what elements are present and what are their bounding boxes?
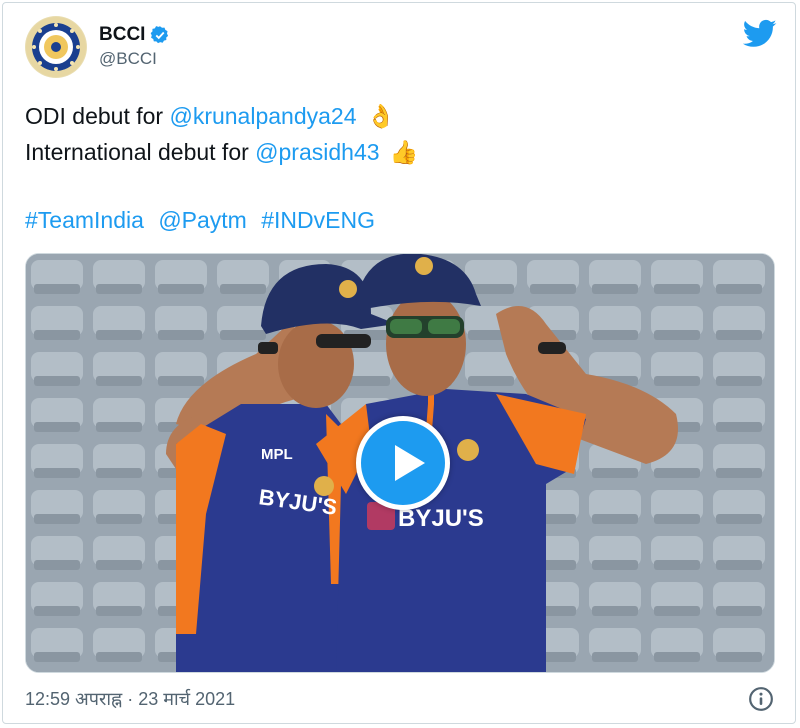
tweet-line-1-prefix: ODI debut for — [25, 103, 170, 129]
jersey-text-left: MPL — [261, 446, 293, 463]
author-block[interactable]: BCCI @BCCI — [99, 24, 170, 69]
play-button[interactable] — [356, 416, 450, 510]
author-name[interactable]: BCCI — [99, 24, 145, 46]
tweet-text: ODI debut for @krunalpandya24 👌 Internat… — [25, 98, 418, 170]
tweet-line-2: International debut for @prasidh43 👍 — [25, 134, 418, 170]
ok-hand-emoji-icon: 👌 — [366, 103, 396, 129]
video-thumbnail[interactable]: MPL BYJU'S BYJU'S — [25, 253, 775, 673]
tweet-line-2-prefix: International debut for — [25, 139, 256, 165]
tweet-line-1: ODI debut for @krunalpandya24 👌 — [25, 98, 418, 134]
hashtag-teamindia[interactable]: #TeamIndia — [25, 207, 144, 233]
hashtag-indveng[interactable]: #INDvENG — [261, 207, 375, 233]
verified-badge-icon — [151, 26, 169, 44]
author-name-row: BCCI — [99, 24, 170, 46]
mention-paytm[interactable]: @Paytm — [158, 207, 247, 233]
bcci-logo-icon — [26, 17, 86, 77]
tweet-card[interactable]: BCCI @BCCI ODI debut for @krunalpandya24… — [2, 2, 796, 724]
thumbs-up-emoji-icon: 👍 — [389, 139, 419, 165]
tweet-timestamp[interactable]: 12:59 अपराह्न · 23 मार्च 2021 — [25, 687, 235, 711]
mention-prasidh43[interactable]: @prasidh43 — [255, 134, 379, 170]
author-handle[interactable]: @BCCI — [99, 49, 170, 69]
info-icon[interactable] — [748, 686, 774, 712]
avatar[interactable] — [25, 16, 87, 78]
twitter-bird-icon[interactable] — [743, 19, 777, 49]
mention-krunalpandya24[interactable]: @krunalpandya24 — [169, 98, 356, 134]
hashtag-row: #TeamIndia @Paytm #INDvENG — [25, 204, 383, 236]
